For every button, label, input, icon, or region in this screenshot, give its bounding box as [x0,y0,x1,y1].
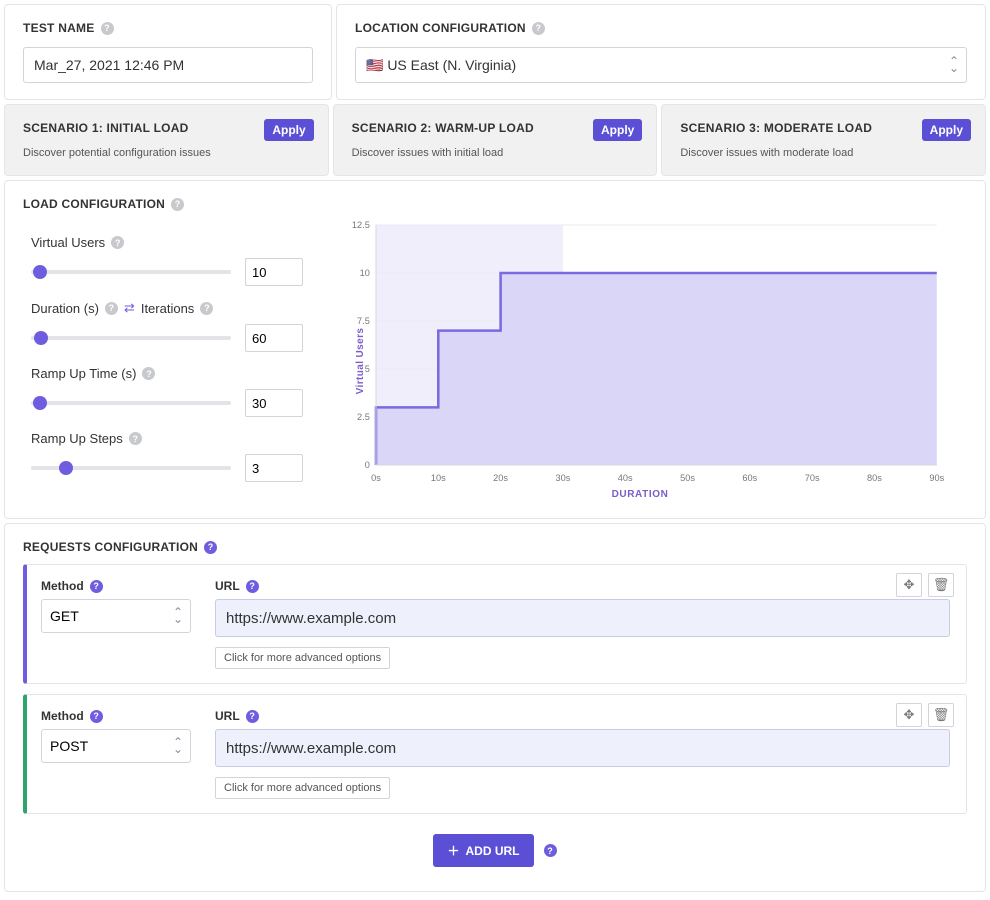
help-icon[interactable]: ? [544,844,557,857]
svg-text:12.5: 12.5 [352,220,370,230]
swap-icon[interactable]: ⇄ [124,300,135,316]
trash-icon[interactable]: 🗑 [928,703,954,727]
svg-text:50s: 50s [680,473,695,483]
help-icon[interactable]: ? [105,302,118,315]
virtual-users-slider[interactable] [31,270,231,274]
method-label: Method ? [41,709,191,723]
trash-icon[interactable]: 🗑 [928,573,954,597]
method-select[interactable]: GET [41,599,191,633]
location-label: LOCATION CONFIGURATION ? [355,21,967,35]
svg-text:30s: 30s [555,473,570,483]
move-icon[interactable]: ✥ [896,703,922,727]
ramp-time-input[interactable] [245,389,303,417]
ramp-time-label: Ramp Up Time (s) ? [31,366,325,381]
help-icon[interactable]: ? [246,580,259,593]
duration-slider[interactable] [31,336,231,340]
duration-label: Duration (s) ? ⇄ Iterations ? [31,300,325,316]
help-icon[interactable]: ? [101,22,114,35]
url-label: URL ? [215,709,950,723]
svg-text:20s: 20s [493,473,508,483]
virtual-users-label: Virtual Users ? [31,235,325,250]
svg-text:2.5: 2.5 [357,412,370,422]
move-icon[interactable]: ✥ [896,573,922,597]
plus-icon: ＋ [447,842,459,859]
request-card: ✥ 🗑 Method ? POST ⌃⌄ [23,694,967,814]
help-icon[interactable]: ? [200,302,213,315]
test-name-input[interactable] [23,47,313,83]
help-icon[interactable]: ? [142,367,155,380]
help-icon[interactable]: ? [204,541,217,554]
help-icon[interactable]: ? [171,198,184,211]
virtual-users-input[interactable] [245,258,303,286]
ramp-steps-input[interactable] [245,454,303,482]
svg-text:7.5: 7.5 [357,316,370,326]
load-chart: 0 2.5 5 7.5 10 12.5 0s 10s 20s 30s 40s 50s 60s 70s 80s… [333,217,947,487]
apply-button[interactable]: Apply [264,119,313,141]
svg-text:60s: 60s [742,473,757,483]
request-card: ✥ 🗑 Method ? GET ⌃⌄ [23,564,967,684]
svg-text:0: 0 [365,460,370,470]
method-select[interactable]: POST [41,729,191,763]
scenario-desc: Discover issues with moderate load [680,147,967,159]
ramp-steps-slider[interactable] [31,466,231,470]
svg-text:40s: 40s [618,473,633,483]
apply-button[interactable]: Apply [922,119,971,141]
help-icon[interactable]: ? [532,22,545,35]
advanced-options-button[interactable]: Click for more advanced options [215,777,390,799]
url-input[interactable] [215,729,950,767]
help-icon[interactable]: ? [246,710,259,723]
apply-button[interactable]: Apply [593,119,642,141]
ramp-steps-label: Ramp Up Steps ? [31,431,325,446]
scenario-2: Apply SCENARIO 2: WARM-UP LOAD Discover … [333,104,658,176]
scenario-1: Apply SCENARIO 1: INITIAL LOAD Discover … [4,104,329,176]
duration-input[interactable] [245,324,303,352]
svg-text:90s: 90s [929,473,944,483]
help-icon[interactable]: ? [90,580,103,593]
add-url-button[interactable]: ＋ ADD URL [433,834,533,867]
svg-text:70s: 70s [805,473,820,483]
scenarios-row: Apply SCENARIO 1: INITIAL LOAD Discover … [0,104,990,176]
advanced-options-button[interactable]: Click for more advanced options [215,647,390,669]
help-icon[interactable]: ? [129,432,142,445]
svg-text:0s: 0s [371,473,381,483]
svg-text:10s: 10s [431,473,446,483]
requests-config-label: REQUESTS CONFIGURATION ? [23,540,967,554]
scenario-3: Apply SCENARIO 3: MODERATE LOAD Discover… [661,104,986,176]
load-config-label: LOAD CONFIGURATION ? [23,197,967,211]
ramp-time-slider[interactable] [31,401,231,405]
help-icon[interactable]: ? [111,236,124,249]
url-input[interactable] [215,599,950,637]
scenario-desc: Discover issues with initial load [352,147,639,159]
url-label: URL ? [215,579,950,593]
location-select[interactable]: 🇺🇸 US East (N. Virginia) [355,47,967,83]
help-icon[interactable]: ? [90,710,103,723]
svg-text:5: 5 [365,364,370,374]
scenario-desc: Discover potential configuration issues [23,147,310,159]
test-name-label: TEST NAME ? [23,21,313,35]
svg-text:80s: 80s [867,473,882,483]
method-label: Method ? [41,579,191,593]
chart-x-axis-label: DURATION [333,489,947,500]
svg-text:10: 10 [360,268,370,278]
